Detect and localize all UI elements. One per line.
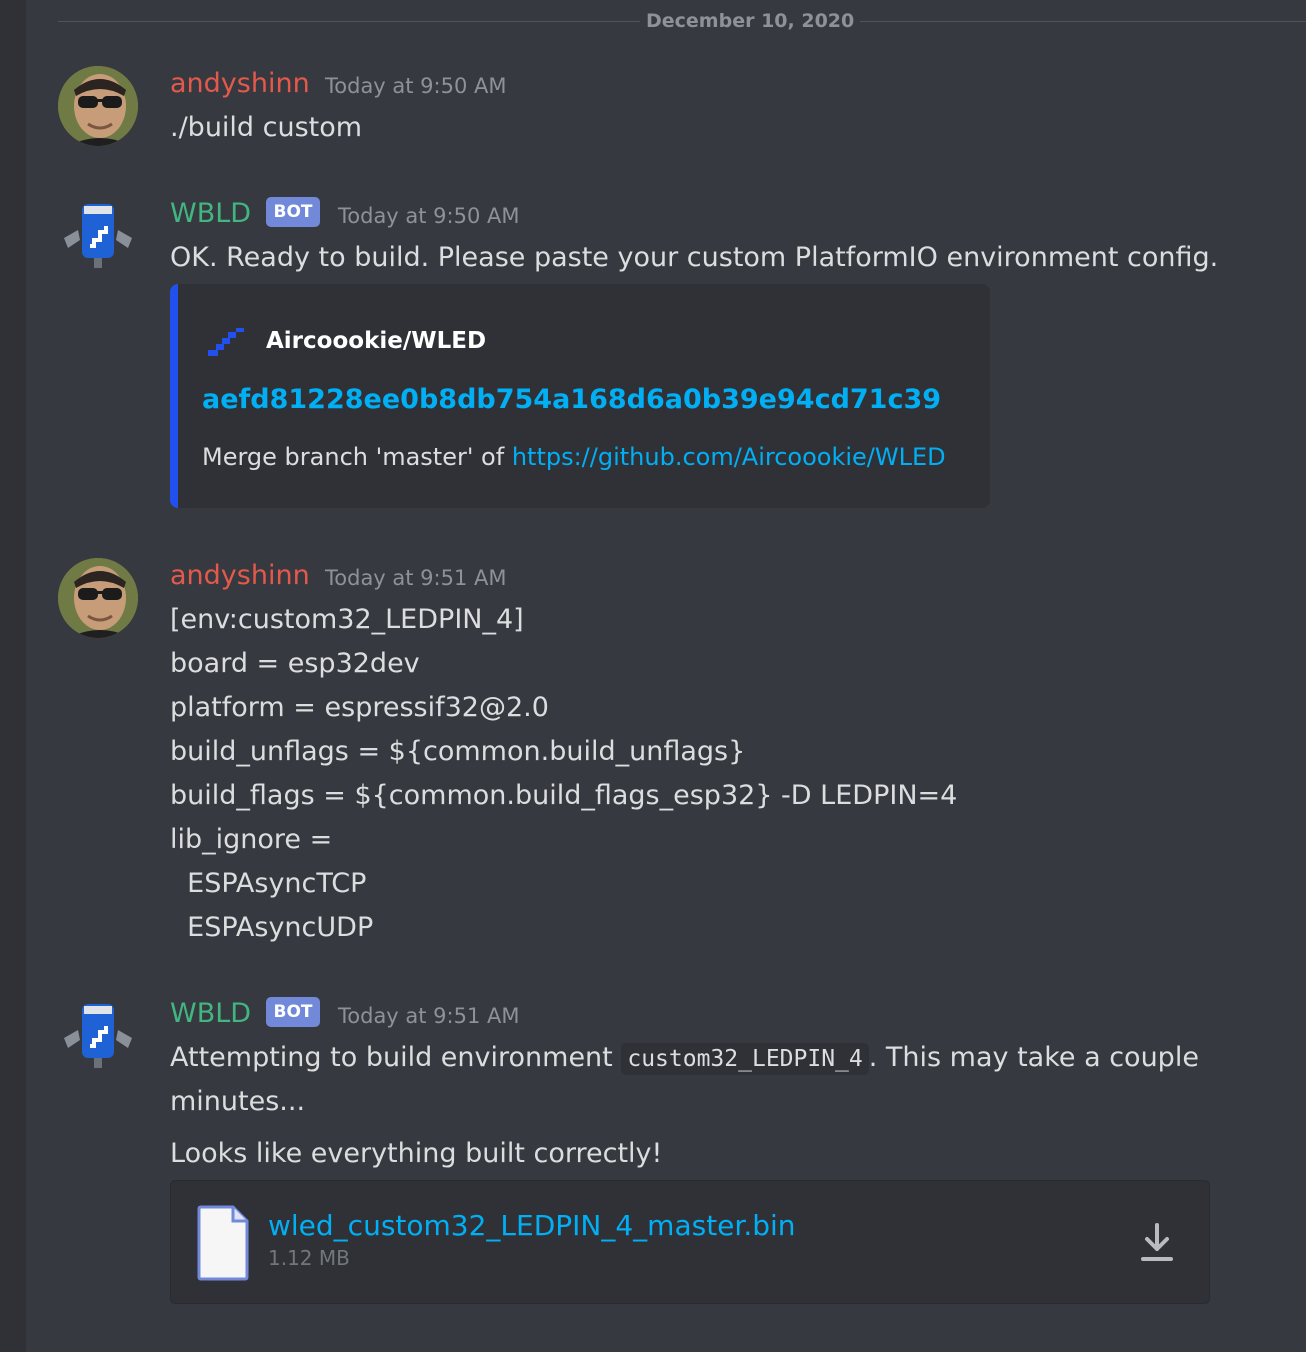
message-content-continued: minutes... <box>170 1086 306 1117</box>
wled-logo-icon <box>208 328 244 356</box>
message-text: . This may take a couple <box>868 1042 1199 1073</box>
user-photo-avatar-icon <box>58 66 138 146</box>
message-timestamp[interactable]: Today at 9:51 AM <box>338 1001 520 1031</box>
message-author[interactable]: andyshinn <box>170 559 310 593</box>
config-line: lib_ignore = <box>170 824 333 855</box>
divider-date: December 10, 2020 <box>640 10 861 32</box>
bot-avatar[interactable] <box>58 996 138 1076</box>
message-timestamp[interactable]: Today at 9:50 AM <box>325 71 507 101</box>
bot-badge: BOT <box>266 197 320 227</box>
message-author[interactable]: WBLD <box>170 997 251 1031</box>
message-author[interactable]: andyshinn <box>170 67 310 101</box>
config-line: ESPAsyncUDP <box>170 912 374 943</box>
download-icon[interactable] <box>1139 1221 1175 1265</box>
wled-robot-avatar-icon <box>64 1004 132 1068</box>
message-timestamp[interactable]: Today at 9:51 AM <box>325 563 507 593</box>
followup-message: Looks like everything built correctly! <box>170 1138 663 1169</box>
user-avatar[interactable] <box>58 66 138 146</box>
bot-badge: BOT <box>266 997 320 1027</box>
inline-code: custom32_LEDPIN_4 <box>621 1043 869 1075</box>
message-content: ./build custom <box>170 112 363 143</box>
config-line: ESPAsyncTCP <box>170 868 367 899</box>
file-attachment: wled_custom32_LEDPIN_4_master.bin 1.12 M… <box>170 1180 1210 1304</box>
user-photo-avatar-icon <box>58 558 138 638</box>
embed-description-link[interactable]: https://github.com/Aircoookie/WLED <box>512 443 946 471</box>
message-timestamp[interactable]: Today at 9:50 AM <box>338 201 520 231</box>
bot-avatar[interactable] <box>58 196 138 276</box>
config-line: [env:custom32_LEDPIN_4] <box>170 604 524 635</box>
wled-robot-avatar-icon <box>64 204 132 268</box>
message-author[interactable]: WBLD <box>170 197 251 231</box>
config-line: board = esp32dev <box>170 648 420 679</box>
embed-title-link[interactable]: aefd81228ee0b8db754a168d6a0b39e94cd71c39 <box>202 382 941 418</box>
user-avatar[interactable] <box>58 558 138 638</box>
file-icon <box>197 1205 249 1281</box>
message-content: Attempting to build environment custom32… <box>170 1036 1199 1081</box>
embed-description: Merge branch 'master' of https://github.… <box>202 440 946 474</box>
attachment-filename-link[interactable]: wled_custom32_LEDPIN_4_master.bin <box>268 1207 796 1245</box>
message-content: OK. Ready to build. Please paste your cu… <box>170 242 1219 273</box>
config-line: build_flags = ${common.build_flags_esp32… <box>170 780 958 811</box>
guild-sidebar-edge <box>0 0 26 1352</box>
embed-description-text: Merge branch 'master' of <box>202 443 512 471</box>
message-text: Attempting to build environment <box>170 1042 622 1073</box>
attachment-size: 1.12 MB <box>268 1246 350 1270</box>
config-line: build_unflags = ${common.build_unflags} <box>170 736 746 767</box>
github-embed: Aircoookie/WLED aefd81228ee0b8db754a168d… <box>170 284 990 508</box>
config-line: platform = espressif32@2.0 <box>170 692 549 723</box>
date-divider: December 10, 2020 <box>58 0 1306 44</box>
embed-author[interactable]: Aircoookie/WLED <box>266 324 486 358</box>
